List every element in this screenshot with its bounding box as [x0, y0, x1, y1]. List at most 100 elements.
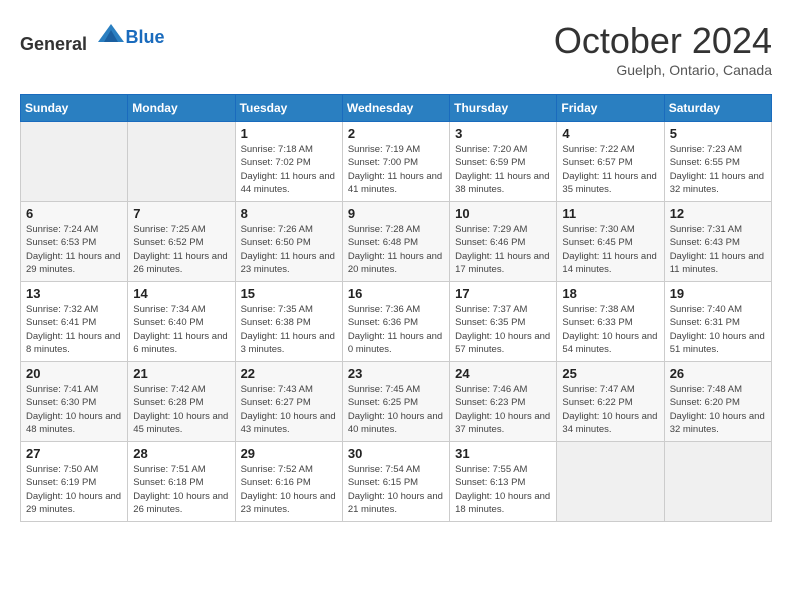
cell-detail: Sunrise: 7:52 AMSunset: 6:16 PMDaylight:… — [241, 463, 337, 516]
cell-detail: Sunrise: 7:38 AMSunset: 6:33 PMDaylight:… — [562, 303, 658, 356]
day-number: 27 — [26, 446, 122, 461]
location-subtitle: Guelph, Ontario, Canada — [554, 62, 772, 78]
cell-detail: Sunrise: 7:37 AMSunset: 6:35 PMDaylight:… — [455, 303, 551, 356]
day-number: 11 — [562, 206, 658, 221]
page-header: General Blue October 2024 Guelph, Ontari… — [20, 20, 772, 78]
logo: General Blue — [20, 20, 165, 55]
cell-detail: Sunrise: 7:45 AMSunset: 6:25 PMDaylight:… — [348, 383, 444, 436]
cell-detail: Sunrise: 7:54 AMSunset: 6:15 PMDaylight:… — [348, 463, 444, 516]
cell-detail: Sunrise: 7:20 AMSunset: 6:59 PMDaylight:… — [455, 143, 551, 196]
cell-detail: Sunrise: 7:50 AMSunset: 6:19 PMDaylight:… — [26, 463, 122, 516]
calendar-cell: 17 Sunrise: 7:37 AMSunset: 6:35 PMDaylig… — [450, 282, 557, 362]
calendar-cell: 26 Sunrise: 7:48 AMSunset: 6:20 PMDaylig… — [664, 362, 771, 442]
calendar-cell: 3 Sunrise: 7:20 AMSunset: 6:59 PMDayligh… — [450, 122, 557, 202]
day-number: 8 — [241, 206, 337, 221]
calendar-cell: 9 Sunrise: 7:28 AMSunset: 6:48 PMDayligh… — [342, 202, 449, 282]
day-number: 21 — [133, 366, 229, 381]
cell-detail: Sunrise: 7:23 AMSunset: 6:55 PMDaylight:… — [670, 143, 766, 196]
calendar-cell: 22 Sunrise: 7:43 AMSunset: 6:27 PMDaylig… — [235, 362, 342, 442]
day-number: 18 — [562, 286, 658, 301]
cell-detail: Sunrise: 7:43 AMSunset: 6:27 PMDaylight:… — [241, 383, 337, 436]
calendar-cell: 5 Sunrise: 7:23 AMSunset: 6:55 PMDayligh… — [664, 122, 771, 202]
calendar-cell: 23 Sunrise: 7:45 AMSunset: 6:25 PMDaylig… — [342, 362, 449, 442]
day-number: 28 — [133, 446, 229, 461]
day-number: 23 — [348, 366, 444, 381]
calendar-cell: 7 Sunrise: 7:25 AMSunset: 6:52 PMDayligh… — [128, 202, 235, 282]
day-number: 2 — [348, 126, 444, 141]
cell-detail: Sunrise: 7:24 AMSunset: 6:53 PMDaylight:… — [26, 223, 122, 276]
calendar-cell — [128, 122, 235, 202]
day-number: 12 — [670, 206, 766, 221]
calendar-cell: 24 Sunrise: 7:46 AMSunset: 6:23 PMDaylig… — [450, 362, 557, 442]
cell-detail: Sunrise: 7:29 AMSunset: 6:46 PMDaylight:… — [455, 223, 551, 276]
day-number: 15 — [241, 286, 337, 301]
day-number: 20 — [26, 366, 122, 381]
cell-detail: Sunrise: 7:31 AMSunset: 6:43 PMDaylight:… — [670, 223, 766, 276]
day-number: 26 — [670, 366, 766, 381]
calendar-cell — [557, 442, 664, 522]
day-number: 1 — [241, 126, 337, 141]
day-number: 9 — [348, 206, 444, 221]
day-number: 19 — [670, 286, 766, 301]
day-number: 5 — [670, 126, 766, 141]
cell-detail: Sunrise: 7:22 AMSunset: 6:57 PMDaylight:… — [562, 143, 658, 196]
day-number: 24 — [455, 366, 551, 381]
calendar-cell: 20 Sunrise: 7:41 AMSunset: 6:30 PMDaylig… — [21, 362, 128, 442]
day-number: 17 — [455, 286, 551, 301]
cell-detail: Sunrise: 7:32 AMSunset: 6:41 PMDaylight:… — [26, 303, 122, 356]
day-number: 3 — [455, 126, 551, 141]
logo-text-blue: Blue — [126, 27, 165, 47]
calendar-cell: 27 Sunrise: 7:50 AMSunset: 6:19 PMDaylig… — [21, 442, 128, 522]
cell-detail: Sunrise: 7:25 AMSunset: 6:52 PMDaylight:… — [133, 223, 229, 276]
day-number: 4 — [562, 126, 658, 141]
day-number: 13 — [26, 286, 122, 301]
cell-detail: Sunrise: 7:41 AMSunset: 6:30 PMDaylight:… — [26, 383, 122, 436]
day-number: 14 — [133, 286, 229, 301]
calendar-cell — [664, 442, 771, 522]
cell-detail: Sunrise: 7:28 AMSunset: 6:48 PMDaylight:… — [348, 223, 444, 276]
cell-detail: Sunrise: 7:36 AMSunset: 6:36 PMDaylight:… — [348, 303, 444, 356]
logo-icon — [96, 20, 126, 50]
calendar-cell: 10 Sunrise: 7:29 AMSunset: 6:46 PMDaylig… — [450, 202, 557, 282]
calendar-cell: 11 Sunrise: 7:30 AMSunset: 6:45 PMDaylig… — [557, 202, 664, 282]
logo-text-general: General — [20, 34, 87, 54]
calendar-cell: 1 Sunrise: 7:18 AMSunset: 7:02 PMDayligh… — [235, 122, 342, 202]
day-number: 25 — [562, 366, 658, 381]
calendar-cell: 29 Sunrise: 7:52 AMSunset: 6:16 PMDaylig… — [235, 442, 342, 522]
calendar-cell: 19 Sunrise: 7:40 AMSunset: 6:31 PMDaylig… — [664, 282, 771, 362]
day-number: 10 — [455, 206, 551, 221]
calendar-cell: 31 Sunrise: 7:55 AMSunset: 6:13 PMDaylig… — [450, 442, 557, 522]
title-area: October 2024 Guelph, Ontario, Canada — [554, 20, 772, 78]
header-row: SundayMondayTuesdayWednesdayThursdayFrid… — [21, 95, 772, 122]
cell-detail: Sunrise: 7:42 AMSunset: 6:28 PMDaylight:… — [133, 383, 229, 436]
calendar-cell: 25 Sunrise: 7:47 AMSunset: 6:22 PMDaylig… — [557, 362, 664, 442]
day-number: 29 — [241, 446, 337, 461]
calendar-week-row: 6 Sunrise: 7:24 AMSunset: 6:53 PMDayligh… — [21, 202, 772, 282]
calendar-week-row: 27 Sunrise: 7:50 AMSunset: 6:19 PMDaylig… — [21, 442, 772, 522]
calendar-cell: 21 Sunrise: 7:42 AMSunset: 6:28 PMDaylig… — [128, 362, 235, 442]
calendar-cell: 2 Sunrise: 7:19 AMSunset: 7:00 PMDayligh… — [342, 122, 449, 202]
calendar-cell: 12 Sunrise: 7:31 AMSunset: 6:43 PMDaylig… — [664, 202, 771, 282]
cell-detail: Sunrise: 7:30 AMSunset: 6:45 PMDaylight:… — [562, 223, 658, 276]
cell-detail: Sunrise: 7:26 AMSunset: 6:50 PMDaylight:… — [241, 223, 337, 276]
cell-detail: Sunrise: 7:18 AMSunset: 7:02 PMDaylight:… — [241, 143, 337, 196]
day-number: 31 — [455, 446, 551, 461]
calendar-cell: 4 Sunrise: 7:22 AMSunset: 6:57 PMDayligh… — [557, 122, 664, 202]
calendar-cell: 8 Sunrise: 7:26 AMSunset: 6:50 PMDayligh… — [235, 202, 342, 282]
calendar-cell: 28 Sunrise: 7:51 AMSunset: 6:18 PMDaylig… — [128, 442, 235, 522]
day-number: 16 — [348, 286, 444, 301]
calendar-body: 1 Sunrise: 7:18 AMSunset: 7:02 PMDayligh… — [21, 122, 772, 522]
cell-detail: Sunrise: 7:46 AMSunset: 6:23 PMDaylight:… — [455, 383, 551, 436]
cell-detail: Sunrise: 7:35 AMSunset: 6:38 PMDaylight:… — [241, 303, 337, 356]
header-monday: Monday — [128, 95, 235, 122]
calendar-cell: 15 Sunrise: 7:35 AMSunset: 6:38 PMDaylig… — [235, 282, 342, 362]
day-number: 6 — [26, 206, 122, 221]
cell-detail: Sunrise: 7:40 AMSunset: 6:31 PMDaylight:… — [670, 303, 766, 356]
calendar-header: SundayMondayTuesdayWednesdayThursdayFrid… — [21, 95, 772, 122]
header-sunday: Sunday — [21, 95, 128, 122]
calendar-table: SundayMondayTuesdayWednesdayThursdayFrid… — [20, 94, 772, 522]
cell-detail: Sunrise: 7:51 AMSunset: 6:18 PMDaylight:… — [133, 463, 229, 516]
day-number: 7 — [133, 206, 229, 221]
cell-detail: Sunrise: 7:55 AMSunset: 6:13 PMDaylight:… — [455, 463, 551, 516]
cell-detail: Sunrise: 7:34 AMSunset: 6:40 PMDaylight:… — [133, 303, 229, 356]
